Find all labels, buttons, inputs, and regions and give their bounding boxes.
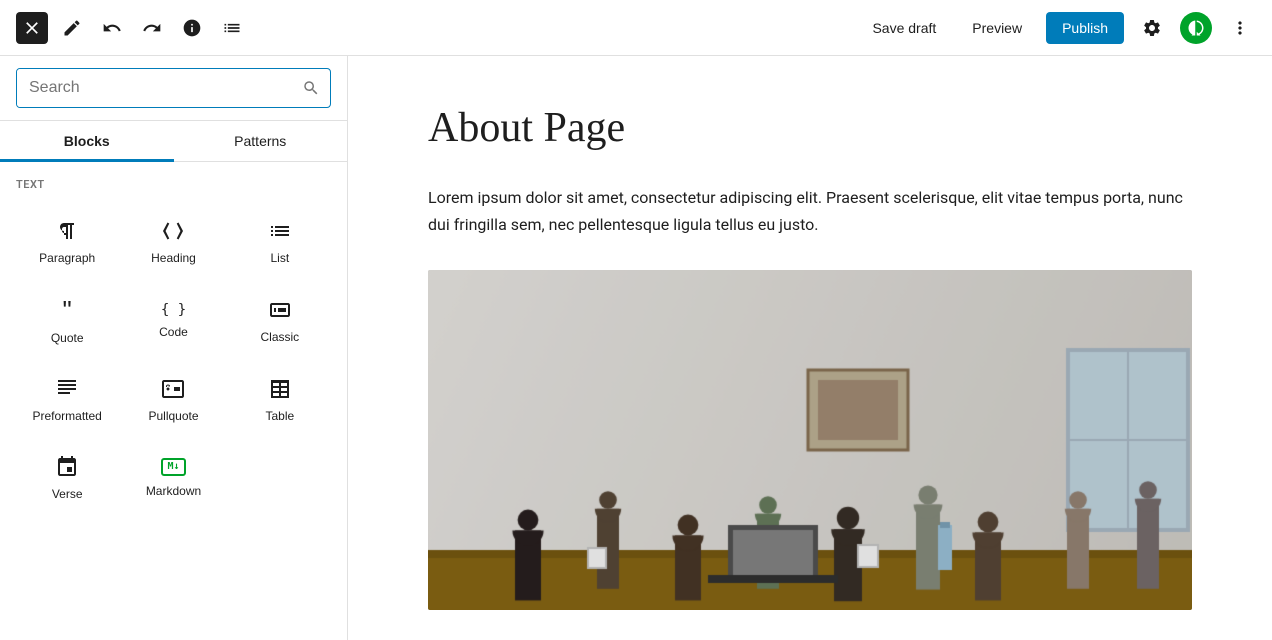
block-quote[interactable]: " Quote (16, 281, 118, 357)
block-verse[interactable]: Verse (16, 439, 118, 513)
topbar: Save draft Preview Publish (0, 0, 1272, 56)
heading-label: Heading (151, 251, 196, 265)
block-paragraph[interactable]: Paragraph (16, 203, 118, 277)
list-label: List (270, 251, 289, 265)
topbar-right: Save draft Preview Publish (860, 12, 1256, 44)
code-label: Code (159, 325, 188, 339)
markdown-icon: M↓ (161, 458, 185, 476)
quote-label: Quote (51, 331, 84, 345)
page-body-text: Lorem ipsum dolor sit amet, consectetur … (428, 184, 1192, 238)
close-button[interactable] (16, 12, 48, 44)
heading-icon (161, 219, 185, 243)
classic-icon (268, 298, 292, 322)
verse-icon (55, 455, 79, 479)
pullquote-label: Pullquote (148, 409, 198, 423)
table-label: Table (265, 409, 294, 423)
save-draft-button[interactable]: Save draft (860, 14, 948, 42)
topbar-left (16, 12, 248, 44)
search-bar (0, 56, 347, 121)
block-classic[interactable]: Classic (229, 281, 331, 357)
block-list[interactable]: List (229, 203, 331, 277)
classic-label: Classic (260, 330, 299, 344)
block-heading[interactable]: Heading (122, 203, 224, 277)
search-icon-button[interactable] (292, 71, 330, 105)
tab-patterns[interactable]: Patterns (174, 121, 348, 161)
category-text: TEXT (16, 178, 331, 191)
code-icon: { } (161, 303, 186, 317)
preformatted-label: Preformatted (32, 409, 101, 423)
search-input-wrapper (16, 68, 331, 108)
preformatted-icon (55, 377, 79, 401)
pullquote-icon (161, 377, 185, 401)
undo-button[interactable] (96, 12, 128, 44)
publish-button[interactable]: Publish (1046, 12, 1124, 44)
table-icon (268, 377, 292, 401)
paragraph-icon (55, 219, 79, 243)
block-grid: Paragraph Heading List (16, 203, 331, 513)
block-markdown[interactable]: M↓ Markdown (122, 439, 224, 513)
blocks-list: TEXT Paragraph Heading (0, 162, 347, 640)
list-view-button[interactable] (216, 12, 248, 44)
redo-button[interactable] (136, 12, 168, 44)
block-preformatted[interactable]: Preformatted (16, 361, 118, 435)
search-input[interactable] (17, 69, 292, 107)
block-pullquote[interactable]: Pullquote (122, 361, 224, 435)
quote-icon: " (63, 297, 72, 323)
tab-blocks[interactable]: Blocks (0, 121, 174, 161)
edit-icon-button[interactable] (56, 12, 88, 44)
list-icon (268, 219, 292, 243)
markdown-label: Markdown (146, 484, 201, 498)
tabs: Blocks Patterns (0, 121, 347, 162)
settings-button[interactable] (1136, 12, 1168, 44)
sidebar: Blocks Patterns TEXT Paragraph He (0, 56, 348, 640)
main-layout: Blocks Patterns TEXT Paragraph He (0, 56, 1272, 640)
block-table[interactable]: Table (229, 361, 331, 435)
info-button[interactable] (176, 12, 208, 44)
content-image (428, 270, 1192, 610)
preview-button[interactable]: Preview (960, 14, 1034, 42)
verse-label: Verse (52, 487, 83, 501)
page-title: About Page (428, 104, 1192, 152)
block-code[interactable]: { } Code (122, 281, 224, 357)
paragraph-label: Paragraph (39, 251, 95, 265)
more-options-button[interactable] (1224, 12, 1256, 44)
user-avatar-button[interactable] (1180, 12, 1212, 44)
content-area: About Page Lorem ipsum dolor sit amet, c… (348, 56, 1272, 640)
